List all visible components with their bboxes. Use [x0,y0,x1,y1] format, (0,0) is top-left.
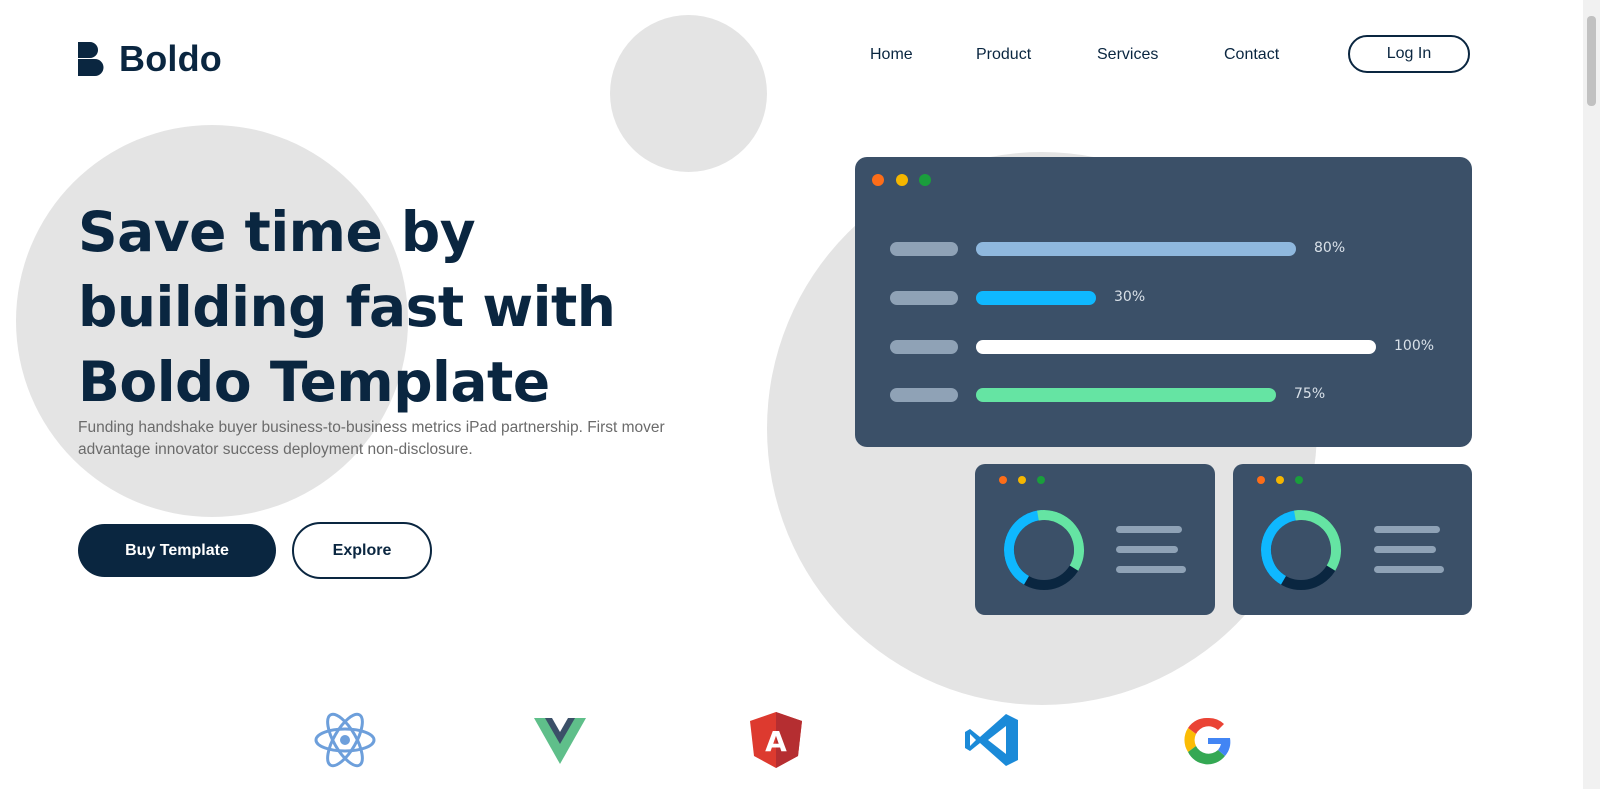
progress-percent: 30% [1114,289,1146,305]
window-dot-yellow [896,174,908,186]
window-dot-yellow [1276,476,1284,484]
text-line-placeholder [1116,526,1182,533]
nav-services[interactable]: Services [1097,46,1158,64]
window-dot-green [919,174,931,186]
hero-title: Save time by building fast with Boldo Te… [78,200,616,414]
text-line-placeholder [1374,546,1436,553]
google-icon [1184,717,1231,765]
vue-icon [534,718,586,764]
nav-home[interactable]: Home [870,46,913,64]
angular-icon: A [750,712,802,768]
nav-contact[interactable]: Contact [1224,46,1279,64]
progress-percent: 80% [1314,240,1346,256]
progress-bar-fill [976,340,1376,354]
progress-percent: 100% [1394,338,1435,354]
window-dot-green [1037,476,1045,484]
bar-label-placeholder [890,388,958,402]
svg-text:A: A [765,725,787,758]
donut-chart-icon [1261,510,1341,590]
text-line-placeholder [1116,566,1186,573]
hero-subtitle: Funding handshake buyer business-to-busi… [78,419,665,458]
bar-label-placeholder [890,340,958,354]
progress-bar-fill [976,291,1096,305]
vscode-icon [965,714,1018,766]
decor-circle-top [610,15,767,172]
window-dot-yellow [1018,476,1026,484]
bar-label-placeholder [890,242,958,256]
scrollbar-thumb[interactable] [1587,16,1596,106]
window-dot-green [1295,476,1303,484]
dashboard-main-panel: 80% 30% 100% 75% [855,157,1472,447]
window-dot-red [872,174,884,186]
brand-logo[interactable]: Boldo [78,38,222,80]
bar-label-placeholder [890,291,958,305]
window-dot-red [1257,476,1265,484]
progress-percent: 75% [1294,386,1326,402]
explore-button[interactable]: Explore [292,522,432,579]
text-line-placeholder [1116,546,1178,553]
nav-product[interactable]: Product [976,46,1031,64]
page-scrollbar[interactable] [1583,0,1600,789]
text-line-placeholder [1374,526,1440,533]
dashboard-small-panel [975,464,1215,615]
text-line-placeholder [1374,566,1444,573]
donut-chart-icon [1004,510,1084,590]
brand-name: Boldo [119,38,222,79]
buy-template-button[interactable]: Buy Template [78,524,276,577]
login-button[interactable]: Log In [1348,35,1470,73]
dashboard-small-panel [1233,464,1472,615]
progress-bar-fill [976,242,1296,256]
boldo-logo-icon [78,42,104,76]
react-icon [314,712,376,768]
progress-bar-fill [976,388,1276,402]
window-dot-red [999,476,1007,484]
